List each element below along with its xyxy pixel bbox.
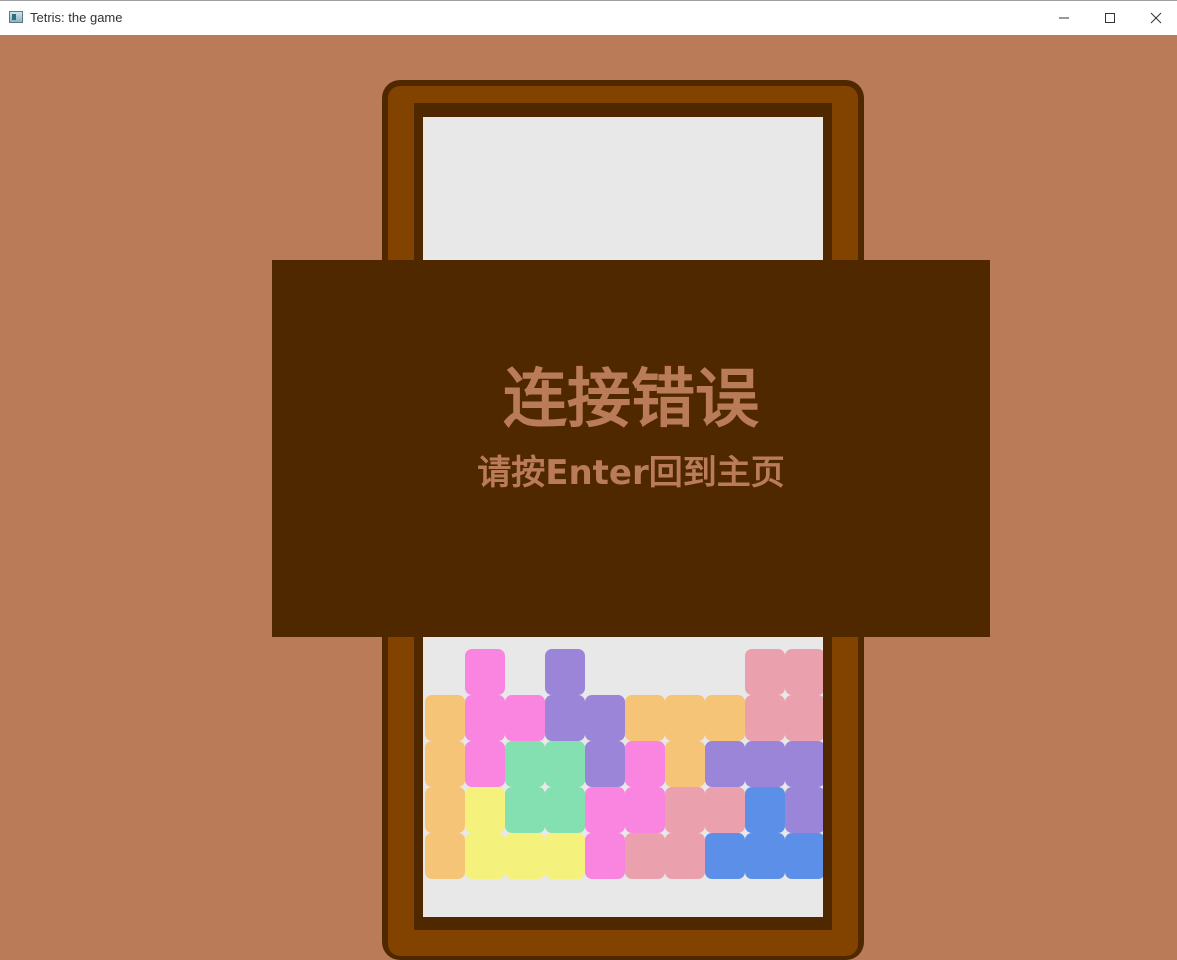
connection-error-dialog: 连接错误 请按Enter回到主页 bbox=[272, 260, 990, 637]
tetris-block bbox=[505, 741, 545, 787]
minimize-button[interactable] bbox=[1041, 1, 1087, 35]
tetris-block bbox=[705, 787, 745, 833]
tetris-block bbox=[785, 649, 823, 695]
tetris-block bbox=[625, 787, 665, 833]
tetris-block bbox=[465, 695, 505, 741]
tetris-block bbox=[425, 741, 465, 787]
error-title: 连接错误 bbox=[503, 363, 759, 437]
tetris-block bbox=[745, 741, 785, 787]
tetris-block bbox=[505, 695, 545, 741]
tetris-block bbox=[545, 787, 585, 833]
close-icon bbox=[1150, 12, 1162, 24]
tetris-block bbox=[465, 649, 505, 695]
tetris-block bbox=[585, 741, 625, 787]
tetris-block bbox=[745, 695, 785, 741]
app-icon bbox=[9, 11, 23, 23]
tetris-block bbox=[425, 695, 465, 741]
window-titlebar[interactable]: Tetris: the game bbox=[0, 0, 1177, 35]
tetris-block bbox=[745, 833, 785, 879]
tetris-block bbox=[785, 695, 823, 741]
tetris-block bbox=[545, 695, 585, 741]
tetris-block bbox=[785, 741, 823, 787]
tetris-block bbox=[585, 787, 625, 833]
tetris-block bbox=[785, 787, 823, 833]
tetris-block bbox=[585, 695, 625, 741]
error-instruction: 请按Enter回到主页 bbox=[477, 453, 785, 493]
tetris-block bbox=[465, 787, 505, 833]
maximize-button[interactable] bbox=[1087, 1, 1133, 35]
minimize-icon bbox=[1059, 17, 1069, 19]
tetris-block bbox=[665, 695, 705, 741]
tetris-block bbox=[545, 741, 585, 787]
tetris-block bbox=[545, 833, 585, 879]
tetris-block bbox=[425, 833, 465, 879]
tetris-block bbox=[465, 833, 505, 879]
maximize-icon bbox=[1105, 13, 1115, 23]
tetris-block bbox=[665, 833, 705, 879]
tetris-block bbox=[745, 649, 785, 695]
tetris-block bbox=[705, 741, 745, 787]
tetris-block bbox=[705, 833, 745, 879]
tetris-block bbox=[625, 833, 665, 879]
tetris-block bbox=[625, 741, 665, 787]
tetris-block bbox=[785, 833, 823, 879]
tetris-block bbox=[465, 741, 505, 787]
tetris-block bbox=[425, 787, 465, 833]
tetris-block bbox=[505, 787, 545, 833]
tetris-block bbox=[545, 649, 585, 695]
tetris-block bbox=[585, 833, 625, 879]
tetris-block bbox=[625, 695, 665, 741]
tetris-block bbox=[665, 741, 705, 787]
tetris-block bbox=[745, 787, 785, 833]
tetris-block bbox=[505, 833, 545, 879]
tetris-block bbox=[665, 787, 705, 833]
tetris-block bbox=[705, 695, 745, 741]
window-title: Tetris: the game bbox=[30, 10, 123, 25]
close-button[interactable] bbox=[1133, 1, 1177, 35]
